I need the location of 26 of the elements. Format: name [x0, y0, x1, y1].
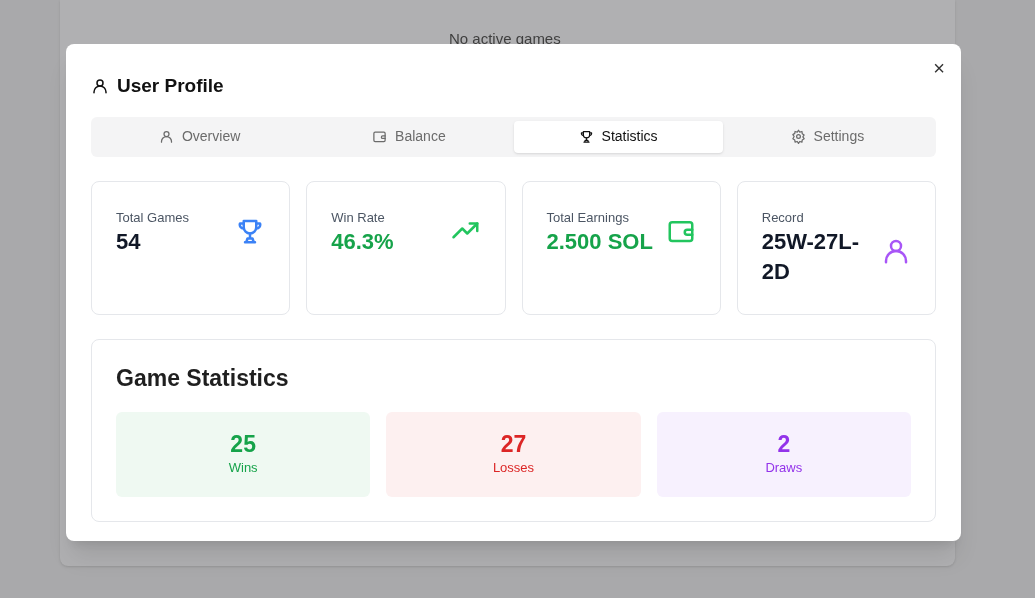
wallet-icon: [372, 129, 388, 144]
tab[interactable]: Balance: [304, 120, 514, 153]
user-icon: [91, 77, 109, 96]
settings-icon: [790, 129, 806, 144]
tally-value: 27: [500, 430, 527, 459]
section-title: Game Statistics: [116, 363, 290, 392]
close-button[interactable]: ×: [933, 58, 945, 78]
stat-value: 46.3%: [331, 228, 395, 256]
stat-value: 2.500 SOL: [546, 228, 654, 256]
user-icon: [158, 129, 174, 144]
stat-label: Record: [761, 208, 805, 227]
tally-value: 25: [230, 430, 256, 459]
trophy-icon: [578, 129, 594, 144]
stat-label: Total Games: [116, 208, 190, 227]
stat-label: Total Earnings: [546, 208, 630, 227]
tally-label: Draws: [765, 459, 803, 478]
stat-value: 54: [116, 228, 142, 256]
tab[interactable]: Overview: [95, 120, 305, 153]
tab[interactable]: Settings: [722, 120, 932, 153]
tab[interactable]: Statistics: [513, 120, 723, 153]
tally-value: 2: [777, 430, 791, 459]
tally-label: Wins: [228, 459, 258, 478]
stat-value: 25W-27L-2D: [761, 228, 861, 286]
tally-label: Losses: [492, 459, 535, 478]
stat-label: Win Rate: [331, 208, 386, 227]
dialog-title: User Profile: [117, 74, 224, 98]
